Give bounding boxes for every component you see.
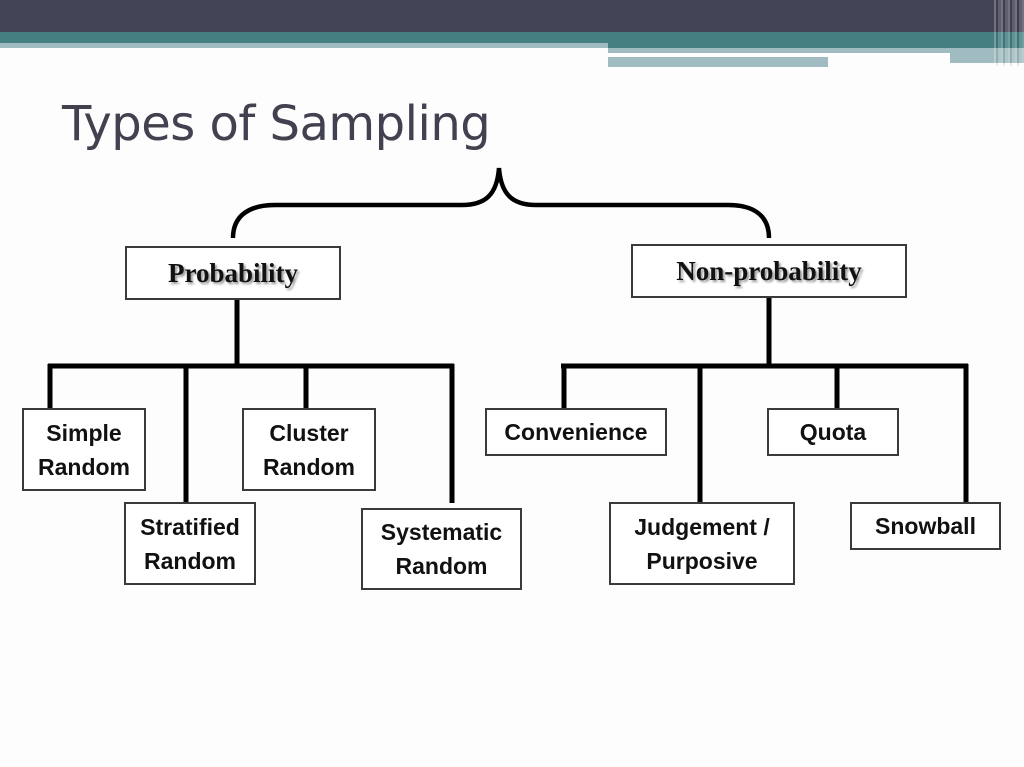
leaf-systematic-random: Systematic Random xyxy=(361,508,522,590)
leaf-snowball: Snowball xyxy=(850,502,1001,550)
leaf-stratified-random: Stratified Random xyxy=(124,502,256,585)
category-probability: Probability xyxy=(125,246,341,300)
category-non-probability: Non-probability xyxy=(631,244,907,298)
brace-icon xyxy=(230,167,772,239)
leaf-simple-random: Simple Random xyxy=(22,408,146,491)
leaf-judgement-purposive: Judgement / Purposive xyxy=(609,502,795,585)
tree-connectors xyxy=(47,167,969,504)
leaf-quota: Quota xyxy=(767,408,899,456)
leaf-cluster-random: Cluster Random xyxy=(242,408,376,491)
leaf-convenience: Convenience xyxy=(485,408,667,456)
